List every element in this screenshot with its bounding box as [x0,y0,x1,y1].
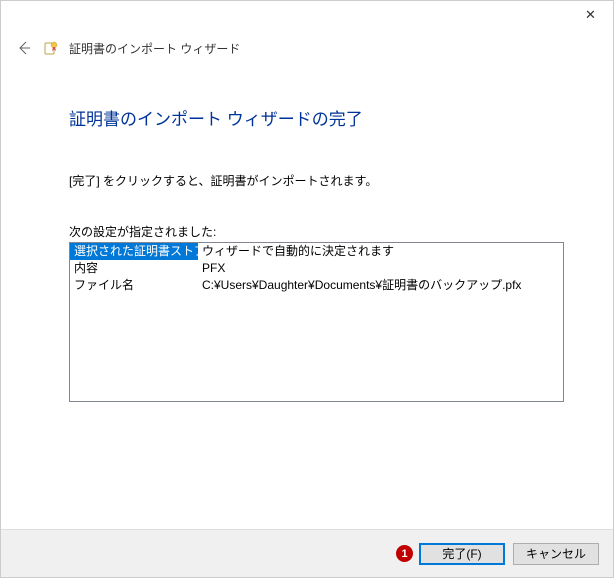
back-button[interactable] [15,39,33,57]
settings-listbox[interactable]: 選択された証明書ストアウィザードで自動的に決定されます内容PFXファイル名C:¥… [69,242,564,402]
annotation-marker-1: 1 [396,545,413,562]
settings-value: C:¥Users¥Daughter¥Documents¥証明書のバックアップ.p… [198,277,563,294]
certificate-wizard-icon [43,40,59,56]
instruction-text: [完了] をクリックすると、証明書がインポートされます。 [69,172,573,189]
footer: 1 完了(F) キャンセル [1,529,613,577]
header-row: 証明書のインポート ウィザード [1,31,613,61]
titlebar: ✕ [1,1,613,31]
settings-key: 内容 [70,260,198,277]
back-arrow-icon [16,40,32,56]
wizard-title: 証明書のインポート ウィザード [69,40,240,57]
settings-row[interactable]: 内容PFX [70,260,563,277]
close-button[interactable]: ✕ [568,1,613,29]
settings-row[interactable]: 選択された証明書ストアウィザードで自動的に決定されます [70,243,563,260]
settings-row[interactable]: ファイル名C:¥Users¥Daughter¥Documents¥証明書のバック… [70,277,563,294]
page-heading: 証明書のインポート ウィザードの完了 [69,105,573,130]
wizard-window: ✕ 証明書のインポート ウィザード 証明書のインポート ウィザードの完了 [完了… [0,0,614,578]
content-area: 証明書のインポート ウィザードの完了 [完了] をクリックすると、証明書がインポ… [1,61,613,402]
settings-label: 次の設定が指定されました: [69,223,573,240]
settings-value: PFX [198,260,563,277]
settings-value: ウィザードで自動的に決定されます [198,243,563,260]
settings-key: ファイル名 [70,277,198,294]
close-icon: ✕ [585,7,596,23]
cancel-button[interactable]: キャンセル [513,543,599,565]
finish-button[interactable]: 完了(F) [419,543,505,565]
settings-key: 選択された証明書ストア [70,243,198,260]
